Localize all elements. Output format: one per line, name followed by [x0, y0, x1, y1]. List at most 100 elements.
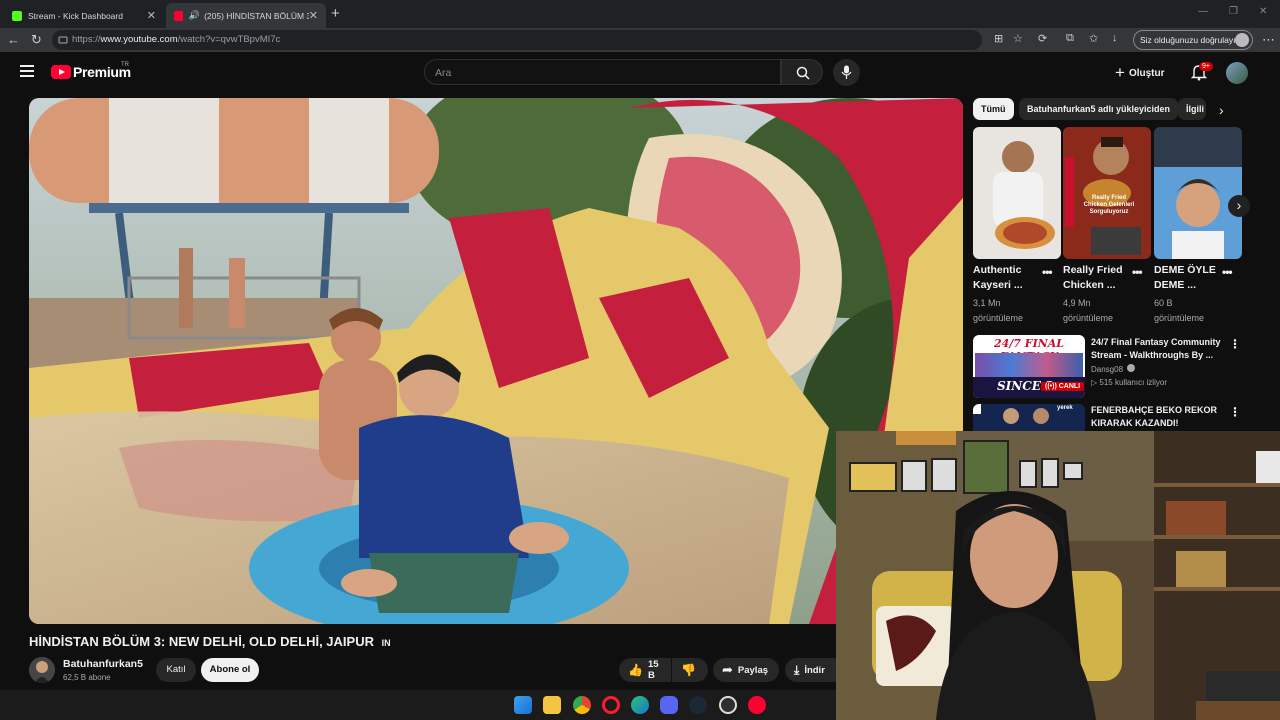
recommended-viewers: ▷ 515 kullanıcı izliyor	[1091, 378, 1167, 387]
search-placeholder: Ara	[435, 67, 452, 79]
window-close-button[interactable]: ✕	[1259, 6, 1267, 17]
short-views: 60 B görüntüleme	[1154, 296, 1234, 326]
tab-youtube[interactable]: 🔊 (205) HİNDİSTAN BÖLÜM 3: N ✕	[166, 3, 326, 28]
tab-title: Stream - Kick Dashboard	[28, 10, 123, 21]
youtube-header: Premium TR Ara + Oluştur 9+	[0, 52, 1280, 94]
subscribe-button[interactable]: Abone ol	[201, 658, 259, 682]
short-title[interactable]: Really Fried Chicken ...	[1063, 263, 1131, 293]
share-button[interactable]: ➦ Paylaş	[713, 658, 779, 682]
recommended-title[interactable]: 24/7 Final Fantasy Community Stream - Wa…	[1091, 336, 1226, 362]
recommended-menu-icon[interactable]: ⋮	[1229, 405, 1241, 419]
subscriber-count: 62,5 B abone	[63, 673, 111, 682]
join-button[interactable]: Katıl	[156, 658, 196, 682]
short-thumbnail[interactable]	[973, 127, 1061, 259]
new-tab-button[interactable]: +	[331, 5, 340, 22]
discord-icon[interactable]	[660, 696, 678, 714]
user-avatar[interactable]	[1226, 62, 1248, 84]
chip-all[interactable]: Tümü	[973, 98, 1014, 120]
short-views-line: görüntüleme	[973, 313, 1024, 323]
url-prefix: https://	[72, 34, 101, 45]
short-views: 3,1 Mn görüntüleme	[973, 296, 1053, 326]
kick-icon	[12, 10, 22, 21]
thumbs-down-icon: 👎	[681, 663, 696, 677]
refresh-icon[interactable]: ↻	[31, 32, 42, 48]
chrome-icon[interactable]	[573, 696, 591, 714]
apps-icon[interactable]: ⊞	[994, 32, 1003, 45]
address-bar[interactable]: https://www.youtube.com/watch?v=qvwTBpvM…	[52, 30, 982, 50]
youtube-music-icon[interactable]	[748, 696, 766, 714]
channel-name[interactable]: Batuhanfurkan5	[63, 658, 143, 670]
recommended-menu-icon[interactable]: ⋮	[1229, 337, 1241, 351]
search-icon	[796, 66, 810, 80]
short-views-line: 60 B	[1154, 298, 1173, 308]
minimize-button[interactable]: —	[1198, 6, 1208, 17]
short-title-line: Authentic	[973, 264, 1022, 276]
more-menu-icon[interactable]: ⋯	[1262, 32, 1275, 48]
favorites-icon[interactable]: ✩	[1089, 32, 1098, 45]
short-thumbnail-image	[973, 127, 1061, 259]
short-menu-icon[interactable]: •••	[1222, 265, 1233, 279]
video-title-text: HİNDİSTAN BÖLÜM 3: NEW DELHİ, OLD DELHİ,…	[29, 634, 374, 649]
back-icon[interactable]: ←	[7, 32, 20, 47]
edge-icon[interactable]	[631, 696, 649, 714]
short-menu-icon[interactable]: •••	[1132, 265, 1143, 279]
speaker-icon[interactable]: 🔊	[189, 10, 200, 21]
favorite-star-icon[interactable]: ☆	[1013, 32, 1023, 45]
channel-name: Dansg08	[1091, 365, 1124, 374]
profile-signin-button[interactable]: Siz olduğunuzu doğrulayın	[1133, 30, 1253, 50]
file-explorer-icon[interactable]	[543, 696, 561, 714]
close-icon[interactable]: ✕	[147, 9, 156, 22]
live-label: CANLI	[1058, 383, 1081, 390]
youtube-logo-icon[interactable]	[51, 65, 71, 79]
download-label: İndir	[804, 664, 825, 676]
recommended-thumbnail[interactable]: yerek	[973, 404, 1085, 431]
split-screen-icon[interactable]: ⧉	[1066, 32, 1074, 45]
live-viewers-icon: ▷	[1091, 378, 1098, 387]
menu-icon[interactable]	[20, 65, 34, 77]
plus-icon: +	[1115, 63, 1125, 82]
share-icon: ➦	[722, 662, 733, 677]
video-title: HİNDİSTAN BÖLÜM 3: NEW DELHİ, OLD DELHİ,…	[29, 634, 391, 649]
site-info-icon[interactable]	[58, 35, 68, 45]
webcam-overlay	[836, 431, 1280, 720]
close-icon[interactable]: ✕	[309, 9, 318, 22]
shorts-next-button[interactable]: ›	[1228, 195, 1250, 217]
extensions-icon[interactable]: ⟳	[1038, 32, 1047, 45]
mic-icon	[841, 65, 852, 79]
recommended-thumbnail[interactable]: 24/7 FINAL FANTASY SINCE 2 ((•)) CANLI	[973, 335, 1085, 398]
short-thumbnail[interactable]	[1154, 127, 1242, 259]
video-player[interactable]	[29, 98, 963, 624]
tab-kick-dashboard[interactable]: Stream - Kick Dashboard ✕	[4, 3, 164, 28]
dislike-button[interactable]: 👎	[672, 658, 708, 682]
short-title-line: Really Fried	[1063, 264, 1123, 276]
short-title[interactable]: DEME ÖYLE DEME ...	[1154, 263, 1222, 293]
url-domain: www.youtube.com	[100, 34, 178, 45]
share-label: Paylaş	[737, 664, 769, 676]
short-menu-icon[interactable]: •••	[1042, 265, 1053, 279]
short-title[interactable]: Authentic Kayseri ...	[973, 263, 1033, 293]
maximize-button[interactable]: ❐	[1229, 6, 1238, 17]
thumb-badge-text: yerek	[1057, 405, 1073, 411]
create-button[interactable]: + Oluştur	[1115, 63, 1165, 83]
chip-related[interactable]: İlgili	[1178, 98, 1206, 120]
youtube-icon	[174, 10, 183, 21]
search-input[interactable]: Ara	[424, 59, 781, 85]
video-frame	[29, 98, 963, 624]
short-views-line: görüntüleme	[1154, 313, 1205, 323]
windows-start-icon[interactable]	[514, 696, 532, 714]
opera-icon[interactable]	[602, 696, 620, 714]
recommended-channel[interactable]: Dansg08	[1091, 364, 1136, 374]
url-text: https://www.youtube.com/watch?v=qvwTBpvM…	[72, 34, 280, 45]
search-button[interactable]	[781, 59, 823, 85]
signin-label: Siz olduğunuzu doğrulayın	[1140, 35, 1241, 45]
voice-search-button[interactable]	[833, 59, 860, 86]
short-thumbnail[interactable]: Really Fried Chicken Gelenleri Sorguluyo…	[1063, 127, 1151, 259]
steam-icon[interactable]	[689, 696, 707, 714]
downloads-icon[interactable]: ↓	[1112, 32, 1118, 44]
channel-avatar[interactable]	[29, 657, 55, 683]
chip-from-uploader[interactable]: Batuhanfurkan5 adlı yükleyiciden	[1019, 98, 1179, 120]
obs-icon[interactable]	[719, 696, 737, 714]
url-path: /watch?v=qvwTBpvMI7c	[177, 34, 281, 45]
like-button[interactable]: 👍 15 B	[619, 658, 671, 682]
chips-next-chevron-icon[interactable]: ›	[1219, 102, 1224, 118]
